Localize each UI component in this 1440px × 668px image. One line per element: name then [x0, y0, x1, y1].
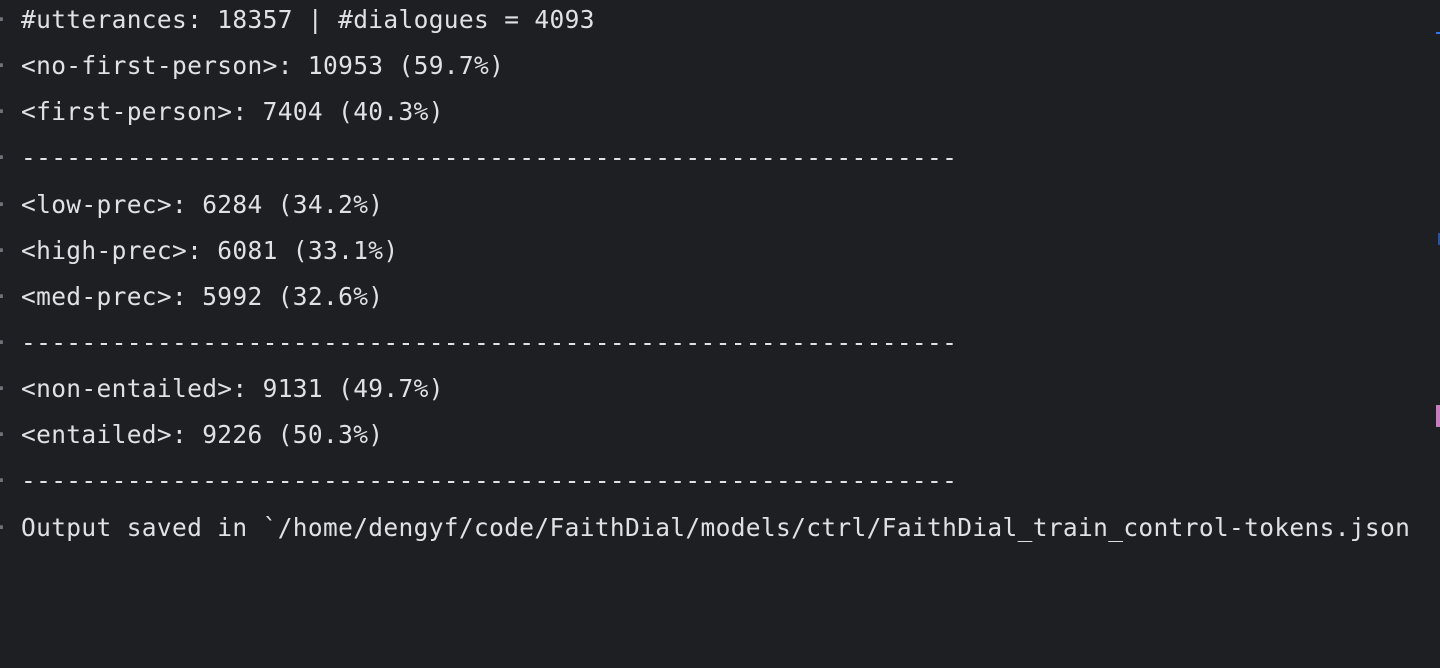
- separator-text: ----------------------------------------…: [21, 328, 958, 357]
- output-line-low-prec: · <low-prec>: 6284 (34.2%): [0, 185, 1430, 225]
- output-text: Output saved in `/home/dengyf/code/Faith…: [21, 513, 1411, 542]
- output-line-utterances: · #utterances: 18357 | #dialogues = 4093: [0, 0, 1430, 40]
- output-text: <low-prec>: 6284 (34.2%): [21, 190, 384, 219]
- output-separator: · --------------------------------------…: [0, 323, 1430, 363]
- output-line-no-first-person: · <no-first-person>: 10953 (59.7%): [0, 46, 1430, 86]
- terminal-output: · #utterances: 18357 | #dialogues = 4093…: [0, 0, 1440, 549]
- output-line-first-person: · <first-person>: 7404 (40.3%): [0, 92, 1430, 132]
- output-line-saved-path: · Output saved in `/home/dengyf/code/Fai…: [0, 508, 1430, 548]
- gutter-dot: ·: [0, 369, 9, 409]
- output-text: <non-entailed>: 9131 (49.7%): [21, 374, 444, 403]
- output-line-med-prec: · <med-prec>: 5992 (32.6%): [0, 277, 1430, 317]
- gutter-dot: ·: [0, 277, 9, 317]
- output-text: <first-person>: 7404 (40.3%): [21, 97, 444, 126]
- gutter-dot: ·: [0, 415, 9, 455]
- output-text: <no-first-person>: 10953 (59.7%): [21, 51, 505, 80]
- output-text: #utterances: 18357 | #dialogues = 4093: [21, 5, 595, 34]
- gutter-dot: ·: [0, 92, 9, 132]
- gutter-dot: ·: [0, 508, 9, 548]
- output-text: <med-prec>: 5992 (32.6%): [21, 282, 384, 311]
- gutter-dot: ·: [0, 185, 9, 225]
- output-line-high-prec: · <high-prec>: 6081 (33.1%): [0, 231, 1430, 271]
- gutter-dot: ·: [0, 323, 9, 363]
- output-line-entailed: · <entailed>: 9226 (50.3%): [0, 415, 1430, 455]
- output-separator: · --------------------------------------…: [0, 138, 1430, 178]
- separator-text: ----------------------------------------…: [21, 143, 958, 172]
- output-text: <high-prec>: 6081 (33.1%): [21, 236, 399, 265]
- gutter-dot: ·: [0, 461, 9, 501]
- separator-text: ----------------------------------------…: [21, 466, 958, 495]
- gutter-dot: ·: [0, 46, 9, 86]
- scrollbar-marker[interactable]: [1436, 32, 1440, 34]
- output-text: <entailed>: 9226 (50.3%): [21, 420, 384, 449]
- gutter-dot: ·: [0, 138, 9, 178]
- output-separator: · --------------------------------------…: [0, 461, 1430, 501]
- gutter-dot: ·: [0, 231, 9, 271]
- output-line-non-entailed: · <non-entailed>: 9131 (49.7%): [0, 369, 1430, 409]
- scrollbar-marker[interactable]: [1436, 405, 1440, 427]
- gutter-dot: ·: [0, 0, 9, 40]
